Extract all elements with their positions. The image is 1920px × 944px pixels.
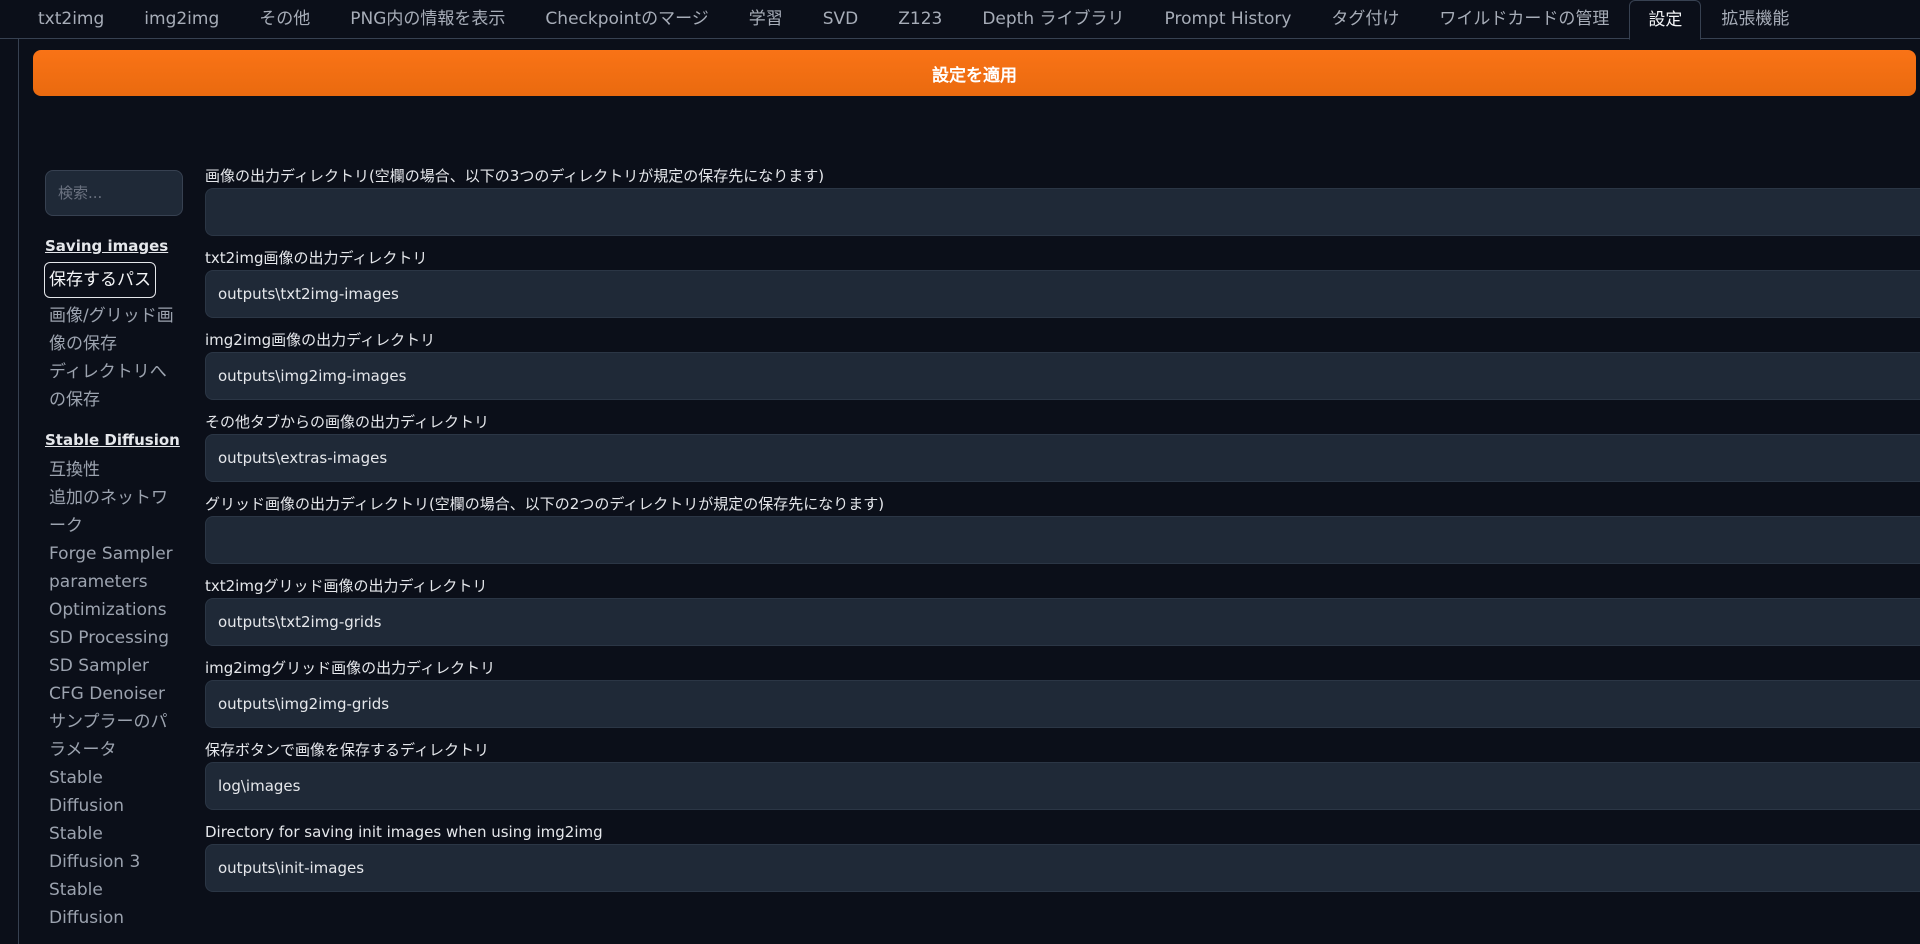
tab-img2img[interactable]: img2img bbox=[124, 0, 239, 39]
tab-svd[interactable]: SVD bbox=[803, 0, 879, 39]
sidebar-item-sd-sampler-cfg-denoiser[interactable]: SD Sampler CFG Denoiser bbox=[45, 652, 183, 708]
sidebar-item-sd-processing[interactable]: SD Processing bbox=[45, 624, 183, 652]
sidebar-item-saving-to-directory[interactable]: ディレクトリへの保存 bbox=[45, 358, 183, 414]
tab-list: txt2img img2img その他 PNG内の情報を表示 Checkpoin… bbox=[18, 0, 1809, 40]
outdir-samples-input[interactable] bbox=[205, 188, 1920, 236]
sidebar-item-stable-diffusion-xl[interactable]: Stable Diffusion bbox=[45, 876, 183, 932]
apply-settings-button[interactable]: 設定を適用 bbox=[33, 50, 1916, 96]
tab-png-info[interactable]: PNG内の情報を表示 bbox=[330, 0, 525, 39]
tab-train[interactable]: 学習 bbox=[729, 0, 803, 39]
sidebar-item-compatibility[interactable]: 互換性 bbox=[45, 456, 183, 484]
outdir-grids-input[interactable] bbox=[205, 516, 1920, 564]
setting-outdir-save: 保存ボタンで画像を保存するディレクトリ bbox=[205, 740, 1920, 810]
field-label: txt2imgグリッド画像の出力ディレクトリ bbox=[205, 577, 488, 595]
tab-checkpoint-merger[interactable]: Checkpointのマージ bbox=[525, 0, 728, 39]
setting-outdir-txt2img-grids: txt2imgグリッド画像の出力ディレクトリ bbox=[205, 576, 1920, 646]
outdir-img2img-grids-input[interactable] bbox=[205, 680, 1920, 728]
setting-outdir-init-images: Directory for saving init images when us… bbox=[205, 822, 1920, 892]
outdir-txt2img-grids-input[interactable] bbox=[205, 598, 1920, 646]
sidebar-item-stable-diffusion-3[interactable]: Stable Diffusion 3 bbox=[45, 820, 183, 876]
field-label: Directory for saving init images when us… bbox=[205, 823, 603, 841]
field-label: img2img画像の出力ディレクトリ bbox=[205, 331, 436, 349]
tab-extensions[interactable]: 拡張機能 bbox=[1701, 0, 1809, 39]
outdir-extras-samples-input[interactable] bbox=[205, 434, 1920, 482]
tab-extras[interactable]: その他 bbox=[239, 0, 330, 39]
outdir-init-images-input[interactable] bbox=[205, 844, 1920, 892]
sidebar-item-forge-sampler-parameters[interactable]: Forge Sampler parameters bbox=[45, 540, 183, 596]
sidebar-section-stable-diffusion[interactable]: Stable Diffusion bbox=[45, 430, 183, 450]
outdir-img2img-samples-input[interactable] bbox=[205, 352, 1920, 400]
outdir-txt2img-samples-input[interactable] bbox=[205, 270, 1920, 318]
setting-outdir-txt2img-samples: txt2img画像の出力ディレクトリ bbox=[205, 248, 1920, 318]
sidebar-item-extra-networks[interactable]: 追加のネットワーク bbox=[45, 484, 183, 540]
setting-outdir-img2img-grids: img2imgグリッド画像の出力ディレクトリ bbox=[205, 658, 1920, 728]
sidebar-item-saving-images-grids[interactable]: 画像/グリッド画像の保存 bbox=[45, 302, 183, 358]
tab-wildcard-manager[interactable]: ワイルドカードの管理 bbox=[1419, 0, 1629, 39]
setting-outdir-samples: 画像の出力ディレクトリ(空欄の場合、以下の3つのディレクトリが規定の保存先になり… bbox=[205, 166, 1920, 236]
tab-tagging[interactable]: タグ付け bbox=[1311, 0, 1419, 39]
setting-outdir-grids: グリッド画像の出力ディレクトリ(空欄の場合、以下の2つのディレクトリが規定の保存… bbox=[205, 494, 1920, 564]
sidebar-item-sampler-parameters[interactable]: サンプラーのパラメータ bbox=[45, 708, 183, 764]
sidebar-item-stable-diffusion[interactable]: Stable Diffusion bbox=[45, 764, 183, 820]
sidebar-item-paths-for-saving[interactable]: 保存するパス bbox=[44, 262, 156, 298]
field-label: img2imgグリッド画像の出力ディレクトリ bbox=[205, 659, 496, 677]
tab-settings[interactable]: 設定 bbox=[1629, 0, 1702, 40]
field-label: 保存ボタンで画像を保存するディレクトリ bbox=[205, 741, 489, 759]
tab-bar: txt2img img2img その他 PNG内の情報を表示 Checkpoin… bbox=[0, 0, 1920, 40]
tab-txt2img[interactable]: txt2img bbox=[18, 0, 124, 39]
tab-depth-library[interactable]: Depth ライブラリ bbox=[962, 0, 1144, 39]
setting-outdir-img2img-samples: img2img画像の出力ディレクトリ bbox=[205, 330, 1920, 400]
field-label: txt2img画像の出力ディレクトリ bbox=[205, 249, 428, 267]
tab-prompt-history[interactable]: Prompt History bbox=[1145, 0, 1312, 39]
settings-panel: 画像の出力ディレクトリ(空欄の場合、以下の3つのディレクトリが規定の保存先になり… bbox=[205, 166, 1920, 904]
setting-outdir-extras-samples: その他タブからの画像の出力ディレクトリ bbox=[205, 412, 1920, 482]
panel-border bbox=[18, 39, 19, 944]
tab-z123[interactable]: Z123 bbox=[878, 0, 962, 39]
sidebar-item-optimizations[interactable]: Optimizations bbox=[45, 596, 183, 624]
field-label: 画像の出力ディレクトリ(空欄の場合、以下の3つのディレクトリが規定の保存先になり… bbox=[205, 167, 825, 185]
outdir-save-input[interactable] bbox=[205, 762, 1920, 810]
field-label: グリッド画像の出力ディレクトリ(空欄の場合、以下の2つのディレクトリが規定の保存… bbox=[205, 495, 885, 513]
settings-search-input[interactable] bbox=[45, 170, 183, 216]
field-label: その他タブからの画像の出力ディレクトリ bbox=[205, 413, 489, 431]
sidebar-section-saving-images[interactable]: Saving images bbox=[45, 236, 183, 256]
settings-sidebar: Saving images 保存するパス 画像/グリッド画像の保存 ディレクトリ… bbox=[44, 232, 183, 932]
